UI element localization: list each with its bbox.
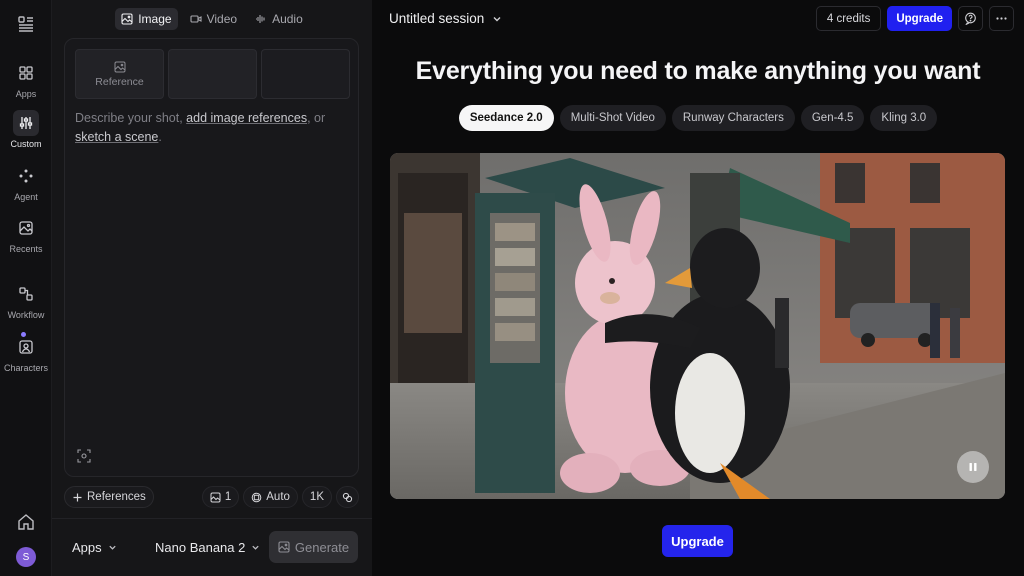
pause-icon bbox=[969, 463, 977, 471]
apps-dropdown[interactable]: Apps bbox=[72, 540, 117, 555]
more-options-button[interactable] bbox=[989, 6, 1014, 31]
tab-image-label: Image bbox=[138, 12, 172, 26]
model-pill-runway-characters[interactable]: Runway Characters bbox=[671, 105, 795, 131]
apps-dropdown-label: Apps bbox=[72, 540, 102, 555]
mode-tabs: Image Video Audio bbox=[52, 8, 372, 30]
tab-audio-label: Audio bbox=[272, 12, 303, 26]
reference-slot-empty[interactable] bbox=[261, 49, 350, 99]
video-icon bbox=[190, 15, 202, 23]
more-horizontal-icon bbox=[996, 17, 1007, 20]
pause-button[interactable] bbox=[957, 451, 989, 483]
image-count: 1 bbox=[224, 491, 232, 503]
add-references-button[interactable]: References bbox=[64, 486, 154, 508]
rail-label-workflow: Workflow bbox=[7, 310, 45, 320]
model-pill-gen45[interactable]: Gen-4.5 bbox=[800, 105, 865, 131]
chevron-down-icon bbox=[493, 16, 501, 21]
resolution-selector[interactable]: 1K bbox=[301, 486, 332, 508]
apps-grid-icon bbox=[13, 60, 39, 86]
reference-slots: Reference bbox=[75, 49, 350, 99]
generate-button[interactable]: Generate bbox=[269, 531, 358, 563]
video-frame-illustration bbox=[390, 153, 1005, 499]
style-settings-button[interactable] bbox=[336, 486, 359, 508]
model-pill-multi-shot[interactable]: Multi-Shot Video bbox=[559, 105, 666, 131]
audio-wave-icon bbox=[256, 15, 265, 23]
reference-slot-label: Reference bbox=[95, 75, 144, 88]
chevron-down-icon bbox=[252, 545, 260, 550]
generate-label: Generate bbox=[294, 539, 350, 555]
notification-dot bbox=[21, 332, 26, 337]
model-pills: Seedance 2.0 Multi-Shot Video Runway Cha… bbox=[372, 105, 1024, 131]
prompt-box[interactable]: Reference Describe your shot, add image … bbox=[64, 38, 359, 477]
page-headline: Everything you need to make anything you… bbox=[415, 57, 981, 85]
model-dropdown[interactable]: Nano Banana 2 bbox=[155, 540, 260, 555]
reference-slot-empty[interactable] bbox=[168, 49, 257, 99]
rail-label-agent: Agent bbox=[14, 192, 38, 202]
session-title: Untitled session bbox=[389, 11, 485, 26]
showcase-video[interactable] bbox=[390, 153, 1005, 499]
add-image-icon bbox=[114, 61, 125, 72]
sketch-scene-link[interactable]: sketch a scene bbox=[75, 130, 158, 144]
tab-video-label: Video bbox=[206, 12, 238, 26]
agent-nodes-icon bbox=[13, 163, 39, 189]
prompt-placeholder[interactable]: Describe your shot, add image references… bbox=[75, 109, 345, 147]
model-pill-seedance[interactable]: Seedance 2.0 bbox=[458, 105, 554, 131]
rail-label-custom: Custom bbox=[10, 139, 42, 149]
image-count-selector[interactable]: 1 bbox=[201, 486, 240, 508]
add-image-references-link[interactable]: add image references bbox=[186, 111, 307, 125]
rail-item-apps[interactable]: Apps bbox=[0, 60, 52, 99]
rail-item-recents[interactable]: Recents bbox=[0, 215, 52, 254]
rail-label-recents: Recents bbox=[9, 244, 43, 254]
image-icon bbox=[278, 541, 290, 553]
model-dropdown-label: Nano Banana 2 bbox=[155, 540, 246, 555]
sliders-icon bbox=[13, 110, 39, 136]
aspect-auto-icon bbox=[251, 492, 262, 502]
tab-audio[interactable]: Audio bbox=[249, 8, 309, 30]
session-title-dropdown[interactable]: Untitled session bbox=[389, 11, 502, 26]
style-palette-icon bbox=[342, 492, 353, 502]
reference-slot[interactable]: Reference bbox=[75, 49, 164, 99]
panel-footer: Apps Nano Banana 2 Generate bbox=[52, 518, 372, 576]
tab-video[interactable]: Video bbox=[184, 8, 243, 30]
prompt-toolbar: References 1 Auto 1K bbox=[64, 486, 359, 508]
plus-icon bbox=[73, 493, 82, 501]
menu-logo-icon[interactable] bbox=[16, 14, 36, 34]
rail-item-agent[interactable]: Agent bbox=[0, 163, 52, 202]
upgrade-button[interactable]: Upgrade bbox=[662, 525, 733, 557]
rail-item-workflow[interactable]: Workflow bbox=[0, 281, 52, 320]
rail-label-characters: Characters bbox=[3, 363, 48, 373]
top-actions: 4 credits Upgrade bbox=[815, 6, 1014, 31]
aspect-value: Auto bbox=[266, 491, 290, 503]
avatar[interactable]: S bbox=[16, 547, 36, 567]
feedback-button[interactable] bbox=[958, 6, 983, 31]
creation-panel: Image Video Audio Reference Describe you… bbox=[52, 0, 372, 576]
aspect-selector[interactable]: Auto bbox=[243, 486, 298, 508]
workflow-icon bbox=[13, 281, 39, 307]
upgrade-button-top[interactable]: Upgrade bbox=[887, 6, 952, 31]
recents-image-icon bbox=[13, 215, 39, 241]
credits-badge[interactable]: 4 credits bbox=[815, 6, 882, 31]
model-pill-kling[interactable]: Kling 3.0 bbox=[870, 105, 938, 131]
chevron-down-icon bbox=[108, 545, 116, 550]
left-rail: Apps Custom Agent Recents Workflow Chara… bbox=[0, 0, 52, 576]
resolution-value: 1K bbox=[309, 491, 324, 503]
rail-label-apps: Apps bbox=[15, 89, 37, 99]
main-area: Untitled session 4 credits Upgrade Every… bbox=[372, 0, 1024, 576]
image-icon bbox=[210, 492, 221, 502]
chat-bubble-icon bbox=[965, 12, 976, 25]
rail-item-custom[interactable]: Custom bbox=[0, 110, 52, 149]
character-icon bbox=[13, 332, 39, 360]
references-label: References bbox=[87, 491, 146, 503]
scan-focus-icon[interactable] bbox=[77, 449, 91, 463]
tab-image[interactable]: Image bbox=[115, 8, 178, 30]
image-icon bbox=[121, 13, 133, 25]
rail-item-characters[interactable]: Characters bbox=[0, 332, 52, 373]
home-icon[interactable] bbox=[16, 512, 36, 532]
